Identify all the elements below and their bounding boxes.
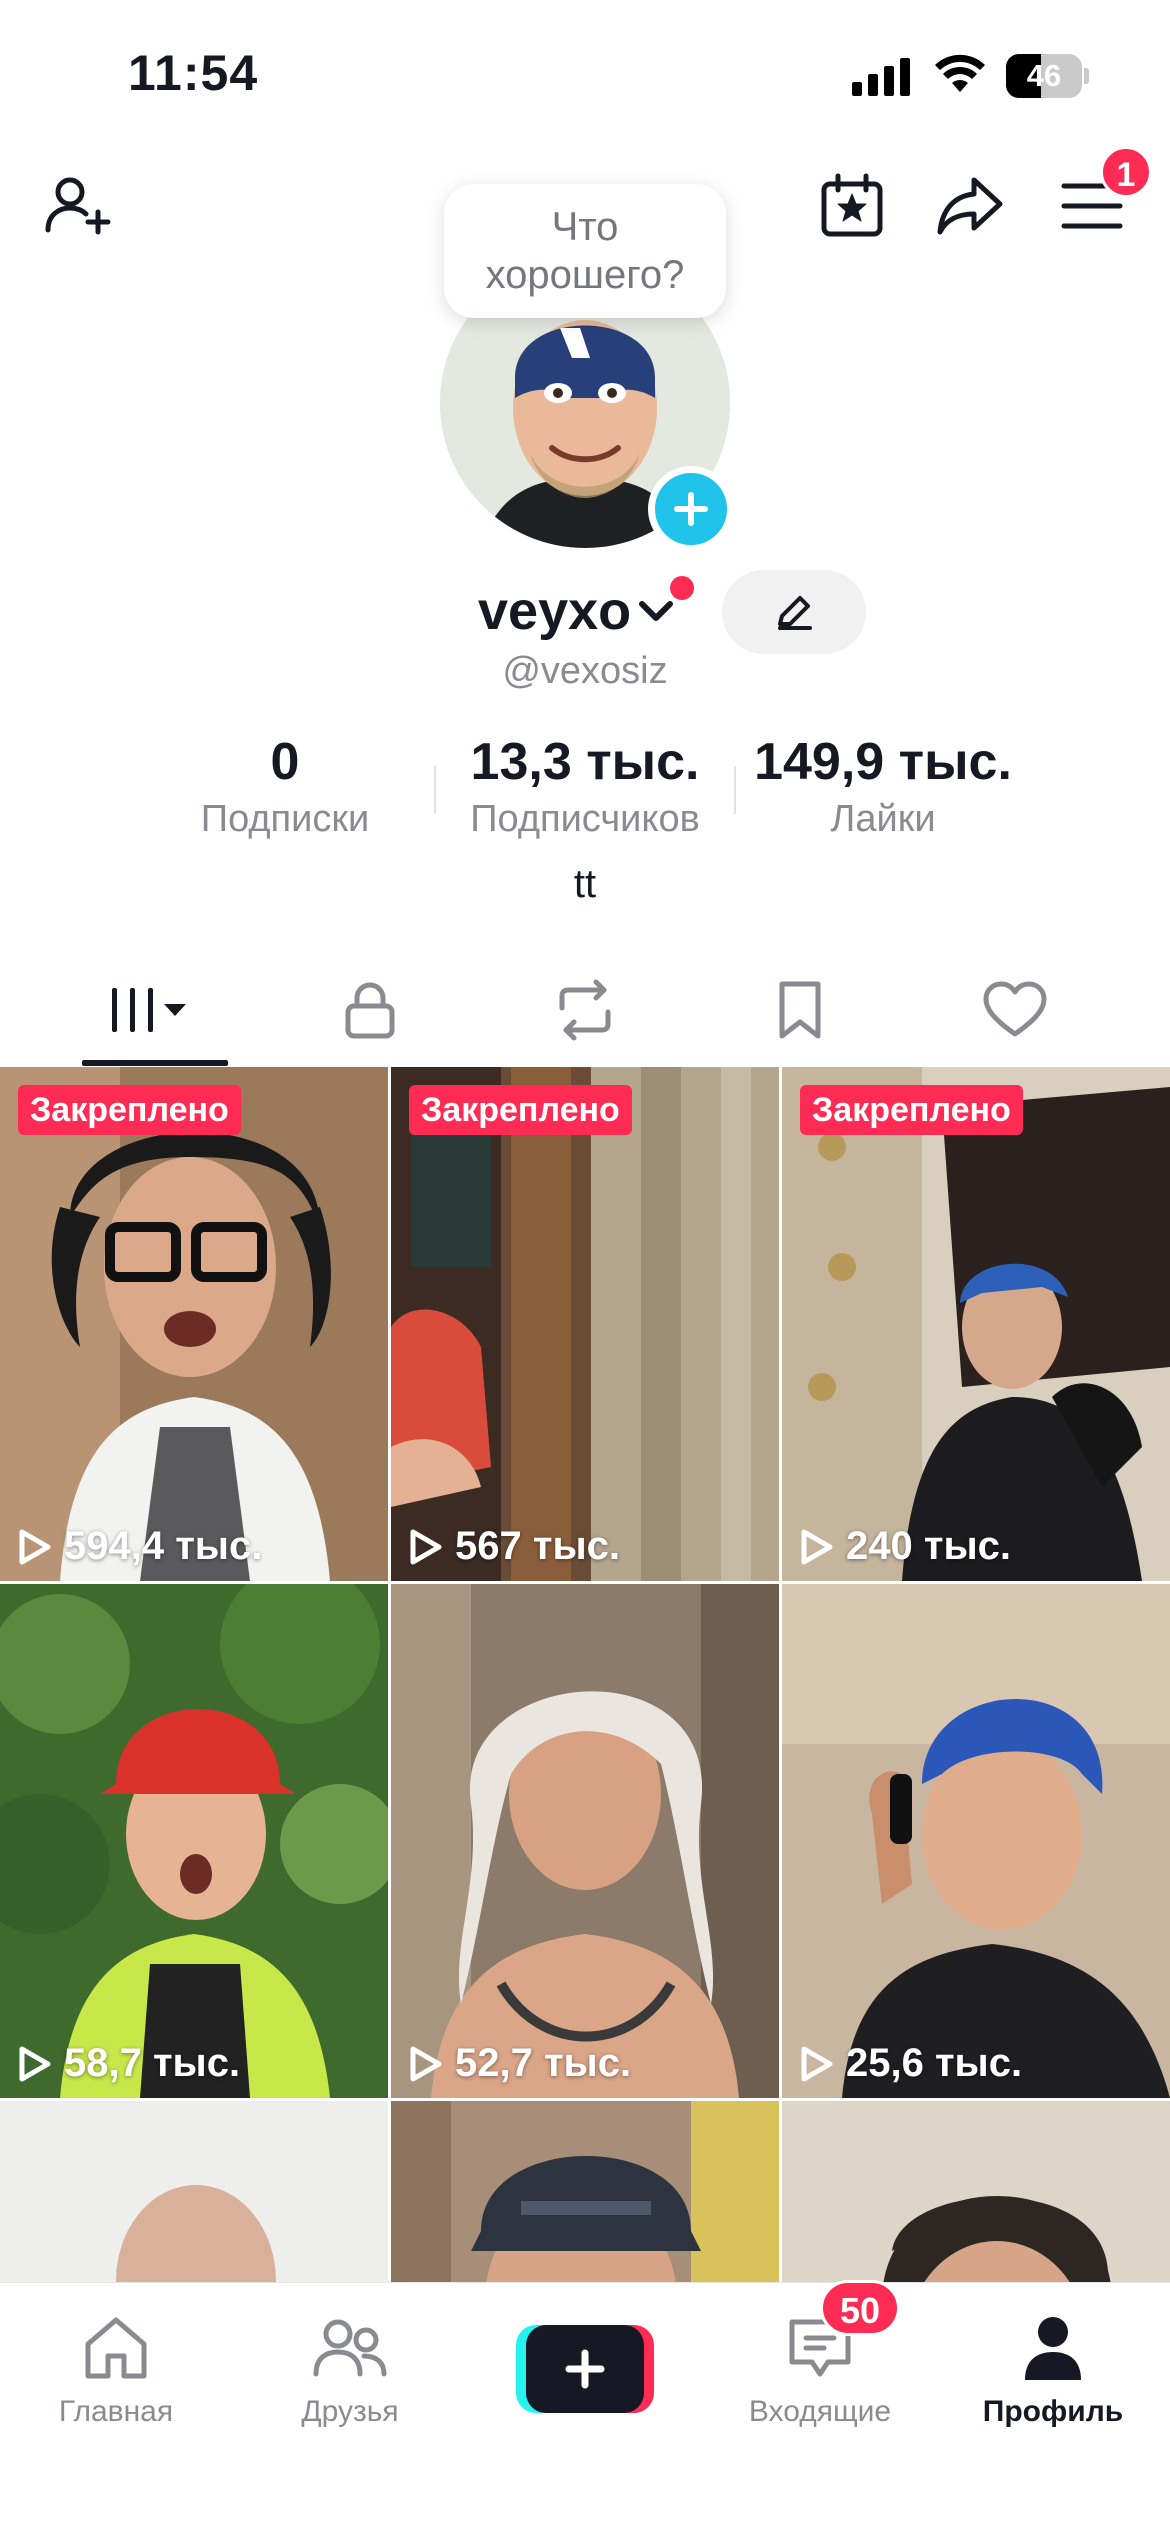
profile-stats: 0 Подписки 13,3 тыс. Подписчиков 149,9 т… xyxy=(0,730,1170,850)
tab-private[interactable] xyxy=(290,960,450,1060)
video-thumbnail[interactable]: 25,6 тыс. xyxy=(782,1584,1170,2098)
view-count: 58,7 тыс. xyxy=(16,2041,240,2086)
stat-following[interactable]: 0 Подписки xyxy=(170,730,400,844)
video-thumbnail[interactable] xyxy=(0,2101,388,2282)
active-tab-indicator xyxy=(82,1060,228,1066)
share-icon[interactable] xyxy=(930,166,1010,246)
view-count-text: 25,6 тыс. xyxy=(846,2041,1023,2085)
nav-profile-label: Профиль xyxy=(982,2395,1124,2428)
tab-videos[interactable] xyxy=(70,960,230,1060)
pencil-icon xyxy=(778,596,812,630)
video-thumbnail[interactable]: 58,7 тыс. xyxy=(0,1584,388,2098)
view-count: 594,4 тыс. xyxy=(16,1524,262,1569)
bookmark-icon xyxy=(779,981,821,1039)
view-count-text: 52,7 тыс. xyxy=(455,2041,632,2085)
view-count-text: 594,4 тыс. xyxy=(64,1524,263,1568)
pinned-badge: Закреплено xyxy=(18,1085,241,1135)
status-time: 11:54 xyxy=(128,45,259,101)
repost-icon xyxy=(559,979,611,1041)
username[interactable]: veyxo xyxy=(478,580,631,642)
lock-icon xyxy=(345,982,395,1039)
tab-favorites[interactable] xyxy=(720,960,880,1060)
friends-icon xyxy=(313,2319,387,2377)
view-count-text: 567 тыс. xyxy=(455,1524,620,1568)
video-grid: Закреплено 594,4 тыс. Закреплено 567 тыс… xyxy=(0,1067,1170,2282)
video-thumbnail[interactable] xyxy=(782,2101,1170,2282)
likes-count: 149,9 тыс. xyxy=(754,733,1012,791)
play-icon xyxy=(410,1529,442,1564)
tab-liked[interactable] xyxy=(935,960,1095,1060)
view-count: 240 тыс. xyxy=(798,1524,1011,1569)
video-thumbnail[interactable]: Закреплено 567 тыс. xyxy=(391,1067,779,1581)
add-avatar-button[interactable] xyxy=(648,466,734,552)
view-count: 25,6 тыс. xyxy=(798,2041,1022,2086)
status-bar: 11:54 46 xyxy=(0,0,1170,150)
followers-count: 13,3 тыс. xyxy=(470,733,700,791)
create-button[interactable] xyxy=(516,2325,654,2413)
user-handle: @vexosiz xyxy=(502,650,668,692)
following-count: 0 xyxy=(270,733,300,791)
play-icon xyxy=(801,2046,833,2081)
nav-home-label: Главная xyxy=(58,2395,174,2428)
view-count-text: 240 тыс. xyxy=(846,1524,1011,1568)
likes-label: Лайки xyxy=(830,798,936,840)
profile-tabs xyxy=(0,960,1170,1066)
video-thumbnail[interactable] xyxy=(391,2101,779,2282)
username-row: veyxo xyxy=(0,574,1170,654)
videos-grid-icon xyxy=(112,988,186,1032)
nav-friends[interactable]: Друзья xyxy=(250,2303,450,2429)
add-friend-icon[interactable] xyxy=(38,166,118,246)
nav-inbox-label: Входящие xyxy=(748,2395,892,2428)
view-count-text: 58,7 тыс. xyxy=(64,2041,241,2085)
video-thumbnail[interactable]: Закреплено 594,4 тыс. xyxy=(0,1067,388,1581)
nav-profile[interactable]: Профиль xyxy=(953,2303,1153,2429)
edit-profile-button[interactable] xyxy=(722,570,866,654)
pinned-badge: Закреплено xyxy=(800,1085,1023,1135)
video-thumbnail[interactable]: 52,7 тыс. xyxy=(391,1584,779,2098)
new-indicator-dot xyxy=(670,576,694,600)
status-prompt-bubble[interactable]: Что хорошего? xyxy=(444,184,726,318)
chevron-down-icon[interactable] xyxy=(636,596,676,626)
view-count: 567 тыс. xyxy=(407,1524,620,1569)
wifi-icon xyxy=(935,54,985,92)
battery-icon: 46 xyxy=(1006,54,1089,98)
signal-icon xyxy=(852,58,910,96)
play-icon xyxy=(19,2046,51,2081)
video-thumbnail[interactable]: Закреплено 240 тыс. xyxy=(782,1067,1170,1581)
play-icon xyxy=(410,2046,442,2081)
nav-home[interactable]: Главная xyxy=(16,2303,216,2429)
bio: tt xyxy=(573,862,597,906)
followers-label: Подписчиков xyxy=(470,798,700,840)
stat-divider xyxy=(434,766,436,814)
play-icon xyxy=(19,1529,51,1564)
stat-divider xyxy=(734,766,736,814)
tab-reposts[interactable] xyxy=(505,960,665,1060)
inbox-badge: 50 xyxy=(820,2280,900,2336)
home-icon xyxy=(85,2317,147,2379)
following-label: Подписки xyxy=(200,798,370,840)
stat-likes[interactable]: 149,9 тыс. Лайки xyxy=(738,730,1028,844)
nav-friends-label: Друзья xyxy=(301,2395,399,2428)
stat-followers[interactable]: 13,3 тыс. Подписчиков xyxy=(446,730,724,844)
plus-icon xyxy=(565,2349,605,2389)
view-count: 52,7 тыс. xyxy=(407,2041,631,2086)
heart-icon xyxy=(983,981,1047,1037)
bottom-nav: Главная Друзья Входящие Профиль xyxy=(0,2282,1170,2532)
notification-badge: 1 xyxy=(1100,146,1152,198)
pinned-badge: Закреплено xyxy=(409,1085,632,1135)
battery-level-text: 46 xyxy=(1026,58,1062,93)
profile-icon xyxy=(1025,2317,1081,2380)
play-icon xyxy=(801,1529,833,1564)
calendar-star-icon[interactable] xyxy=(812,166,892,246)
